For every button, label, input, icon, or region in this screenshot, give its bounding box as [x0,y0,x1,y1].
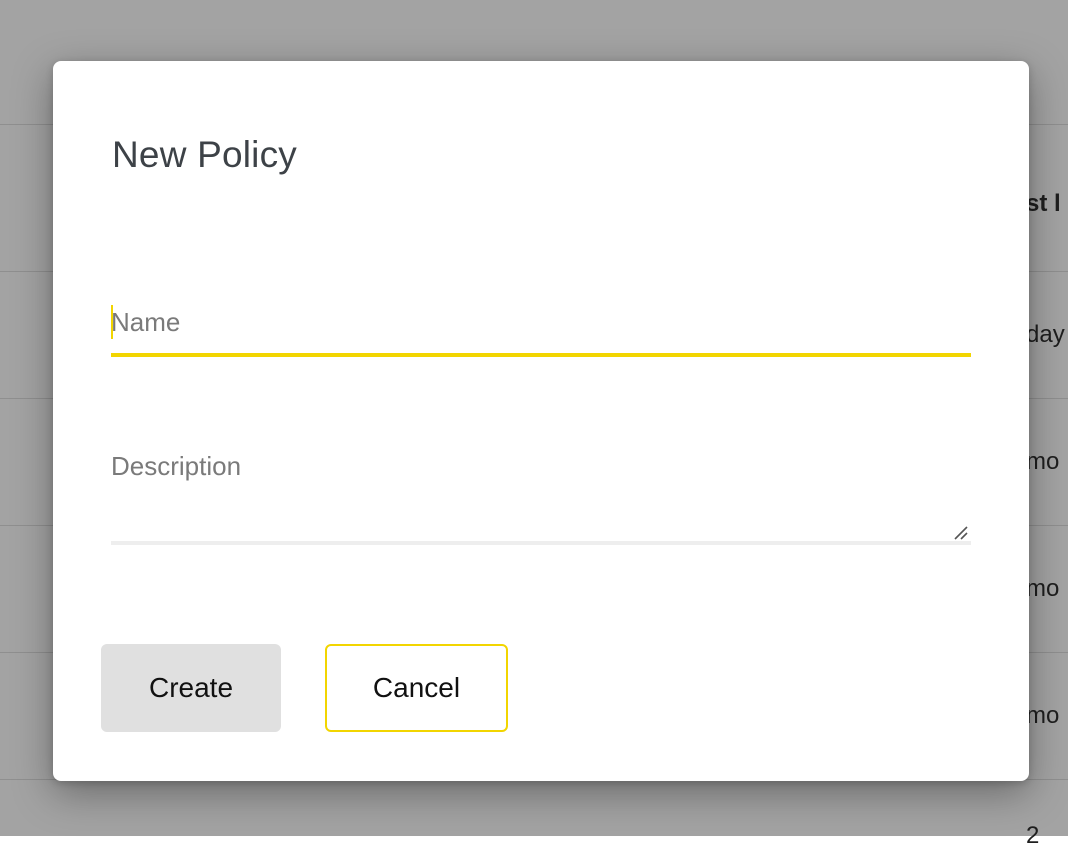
description-field [111,441,971,545]
name-field [111,291,971,359]
resize-handle-icon[interactable] [951,523,969,541]
new-policy-dialog: New Policy Create Cancel [53,61,1029,781]
table-cell: mo [1026,702,1060,729]
name-field-underline [111,353,971,357]
create-button[interactable]: Create [101,644,281,732]
table-cell: mo [1026,448,1060,475]
description-field-underline [111,541,971,545]
table-header-cell: st l [1026,190,1061,217]
description-input[interactable] [111,441,971,541]
table-cell: 2 [1026,822,1040,849]
table-cell: day [1026,321,1065,348]
cancel-button[interactable]: Cancel [325,644,508,732]
dialog-title: New Policy [112,134,297,175]
name-input[interactable] [111,291,971,353]
text-caret [111,305,113,339]
table-cell: mo [1026,575,1060,602]
